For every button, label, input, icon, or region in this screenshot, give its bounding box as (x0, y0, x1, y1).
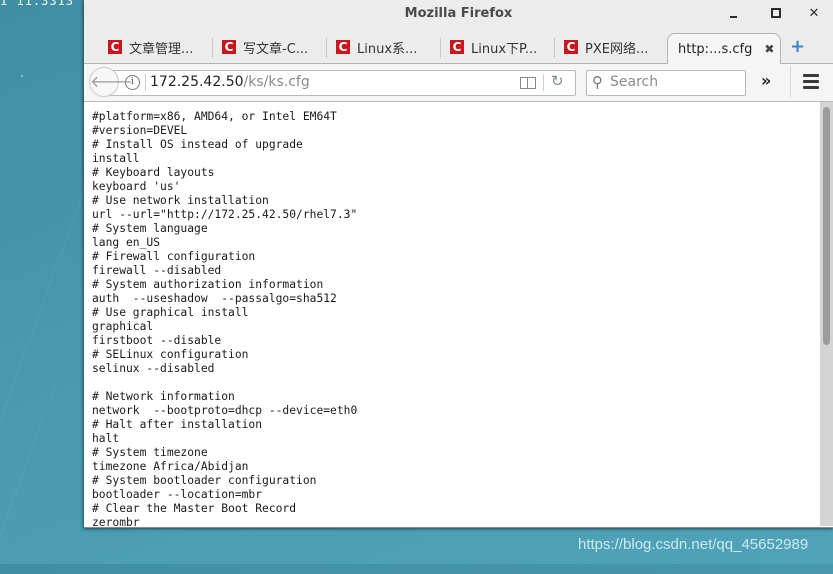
tab-label: 写文章-C... (243, 41, 309, 57)
divider (790, 66, 791, 98)
config-line: halt (92, 432, 120, 445)
tab-article-manage[interactable]: C 文章管理... (108, 33, 193, 61)
reader-view-icon[interactable] (520, 77, 536, 89)
csdn-favicon-icon: C (564, 40, 578, 54)
tab-write-article[interactable]: C 写文章-C... (222, 33, 308, 61)
comment-line: # Use network installation (92, 194, 269, 207)
divider (543, 74, 544, 91)
search-icon: ⚲ (592, 73, 603, 91)
maximize-button[interactable] (767, 6, 785, 22)
comment-line: #platform=x86, AMD64, or Intel EM64T (92, 110, 337, 123)
comment-line: # Install OS instead of upgrade (92, 138, 303, 151)
reload-icon[interactable]: ↻ (551, 72, 564, 90)
tab-pxe-network[interactable]: C PXE网络... (564, 33, 648, 61)
comment-line: # Keyboard layouts (92, 166, 215, 179)
desktop-decoration (0, 385, 56, 574)
tab-bar: C 文章管理... C 写文章-C... C Linux系... C Linux… (84, 30, 833, 64)
config-line: network --bootproto=dhcp --device=eth0 (92, 404, 358, 417)
url-bar[interactable]: i 172.25.42.50/ks/ks.cfg ↻ (108, 70, 576, 96)
comment-line: # System bootloader configuration (92, 474, 317, 487)
desktop-decoration (21, 75, 23, 77)
config-line: keyboard 'us' (92, 180, 181, 193)
config-line: firewall --disabled (92, 264, 222, 277)
config-line: graphical (92, 320, 154, 333)
search-input[interactable] (610, 74, 740, 90)
titlebar: Mozilla Firefox ✕ (84, 0, 833, 30)
comment-line: # System authorization information (92, 278, 324, 291)
config-line: zerombr (92, 516, 140, 526)
minimize-button[interactable] (724, 6, 742, 22)
tab-linux-pxe[interactable]: C Linux下P... (450, 33, 537, 61)
config-line: url --url="http://172.25.42.50/rhel7.3" (92, 208, 358, 221)
kickstart-file-text: #platform=x86, AMD64, or Intel EM64T #ve… (84, 102, 820, 526)
tab-separator (554, 38, 555, 58)
tab-linux-series[interactable]: C Linux系... (336, 33, 417, 61)
firefox-window: Mozilla Firefox ✕ C 文章管理... C 写文章-C... C… (84, 0, 833, 528)
vertical-scrollbar[interactable] (820, 102, 833, 526)
url-text[interactable]: 172.25.42.50/ks/ks.cfg (150, 74, 310, 90)
close-tab-icon[interactable]: ✖ (764, 42, 774, 56)
url-path: /ks/ks.cfg (243, 74, 310, 90)
url-host: 172.25.42.50 (150, 74, 244, 90)
close-icon: ✕ (808, 6, 820, 21)
search-box[interactable]: ⚲ (586, 70, 746, 96)
tab-label: PXE网络... (585, 41, 649, 57)
tab-separator (212, 38, 213, 58)
close-window-button[interactable]: ✕ (805, 6, 823, 22)
minimize-icon (729, 16, 737, 18)
comment-line: # Firewall configuration (92, 250, 256, 263)
scrollbar-thumb[interactable] (823, 107, 830, 345)
new-tab-button[interactable]: + (790, 38, 805, 56)
navigation-bar: i 172.25.42.50/ks/ks.cfg ↻ 🡐 ⚲ » (84, 64, 833, 102)
tab-label: http:...s.cfg (678, 41, 753, 57)
tab-label: 文章管理... (129, 41, 194, 57)
divider (145, 74, 146, 91)
comment-line: # Use graphical install (92, 306, 249, 319)
maximize-icon (771, 8, 781, 18)
csdn-favicon-icon: C (336, 40, 350, 54)
tab-label: Linux系... (357, 41, 418, 57)
tab-label: Linux下P... (471, 41, 538, 57)
comment-line: # Clear the Master Boot Record (92, 502, 297, 515)
config-line: lang en_US (92, 236, 161, 249)
csdn-favicon-icon: C (450, 40, 464, 54)
watermark-text: https://blog.csdn.net/qq_45652989 (578, 536, 809, 553)
config-line: firstboot --disable (92, 334, 222, 347)
config-line: auth --useshadow --passalgo=sha512 (92, 292, 337, 305)
tab-active-ks-cfg[interactable]: http:...s.cfg ✖ (667, 33, 781, 64)
comment-line: # System timezone (92, 446, 208, 459)
window-title: Mozilla Firefox (404, 6, 513, 21)
tab-separator (440, 38, 441, 58)
comment-line: # SELinux configuration (92, 348, 249, 361)
back-arrow-icon: 🡐 (90, 72, 133, 91)
csdn-favicon-icon: C (222, 40, 236, 54)
comment-line: #version=DEVEL (92, 124, 188, 137)
config-line: install (92, 152, 140, 165)
config-line: bootloader --location=mbr (92, 488, 263, 501)
config-line: timezone Africa/Abidjan (92, 460, 249, 473)
back-button[interactable]: 🡐 (89, 67, 133, 97)
page-content: #platform=x86, AMD64, or Intel EM64T #ve… (84, 102, 820, 526)
comment-line: # System language (92, 222, 208, 235)
csdn-favicon-icon: C (108, 40, 122, 54)
config-line: selinux --disabled (92, 362, 215, 375)
hamburger-menu-icon[interactable] (803, 74, 819, 92)
comment-line: # Halt after installation (92, 418, 263, 431)
comment-line: # Network information (92, 390, 235, 403)
toolbar-overflow-button[interactable]: » (761, 71, 771, 90)
tab-separator (326, 38, 327, 58)
